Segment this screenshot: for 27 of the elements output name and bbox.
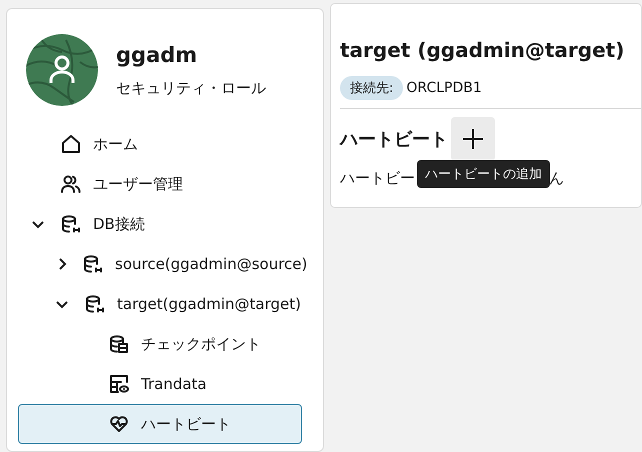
page-title: target (ggadmin@target) (340, 38, 626, 62)
message-text: ハートビー (340, 169, 415, 188)
nav-item[interactable]: target(ggadmin@target) (18, 284, 302, 324)
tooltip: ハートビートの追加 (417, 160, 550, 188)
message-text: ん (549, 169, 564, 188)
database-table-icon (109, 334, 129, 354)
heartbeat-icon (109, 414, 129, 434)
section-title: ハートビート (340, 128, 448, 151)
user-role: セキュリティ・ロール (116, 78, 266, 98)
add-button[interactable] (451, 117, 495, 161)
connection-name: ORCLPDB1 (406, 80, 482, 96)
nav-item[interactable]: ホーム (18, 124, 302, 164)
nav-item[interactable]: ハートビート (18, 404, 302, 444)
plus-icon (462, 128, 484, 150)
nav-item[interactable]: Trandata (18, 364, 302, 404)
nav-item[interactable]: ユーザー管理 (18, 164, 302, 204)
database-icon (83, 254, 103, 274)
table-eye-icon (109, 374, 129, 394)
home-icon (61, 134, 81, 154)
user-name: ggadm (116, 42, 198, 66)
avatar-icon (26, 34, 98, 106)
database-icon (61, 214, 81, 234)
nav-item[interactable]: チェックポイント (18, 324, 302, 364)
users-icon (61, 174, 81, 194)
database-icon (85, 294, 105, 314)
nav-item[interactable]: DB接続 (18, 204, 302, 244)
connection-badge: 接続先: (340, 76, 404, 100)
